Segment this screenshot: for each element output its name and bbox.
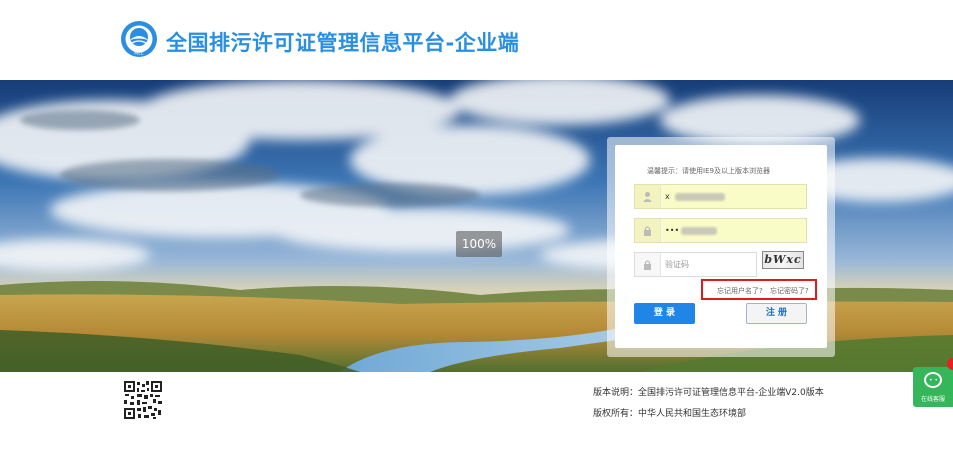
copyright-info: 版权所有：中华人民共和国生态环境部 xyxy=(593,409,747,419)
site-title: 全国排污许可证管理信息平台-企业端 xyxy=(166,31,520,55)
qr-code-image xyxy=(123,380,163,420)
username-field[interactable] xyxy=(634,184,807,209)
chat-dots-icon: • • xyxy=(929,377,938,384)
zoom-level-indicator: 100% xyxy=(456,231,502,257)
notification-badge xyxy=(947,358,953,370)
username-redaction xyxy=(675,193,725,201)
password-field[interactable] xyxy=(634,218,807,243)
version-info: 版本说明：全国排污许可证管理信息平台-企业端V2.0版本 xyxy=(593,388,824,398)
register-button[interactable]: 注 册 xyxy=(746,303,807,324)
user-icon xyxy=(635,185,661,208)
password-redaction xyxy=(681,227,717,235)
logo-text: MEE xyxy=(134,51,144,57)
captcha-image[interactable]: bWxc xyxy=(762,251,804,269)
login-button[interactable]: 登 录 xyxy=(634,303,695,324)
lock-icon xyxy=(635,253,661,276)
online-service-button[interactable]: • • 在线客服 xyxy=(913,358,953,407)
site-header: MEE 全国排污许可证管理信息平台-企业端 xyxy=(0,0,953,80)
browser-tip: 温馨提示：请使用IE9及以上版本浏览器 xyxy=(647,167,770,175)
ministry-emblem-icon: MEE xyxy=(121,21,157,57)
lock-icon xyxy=(635,219,661,242)
captcha-field[interactable] xyxy=(634,252,795,277)
forgot-password-link[interactable]: 忘记密码了? xyxy=(770,286,809,296)
login-page: MEE 全国排污许可证管理信息平台-企业端 100% 温馨提示：请使用IE9及以… xyxy=(0,0,953,454)
forgot-username-link[interactable]: 忘记用户名了? xyxy=(717,286,763,296)
online-service-label: 在线客服 xyxy=(920,396,945,403)
